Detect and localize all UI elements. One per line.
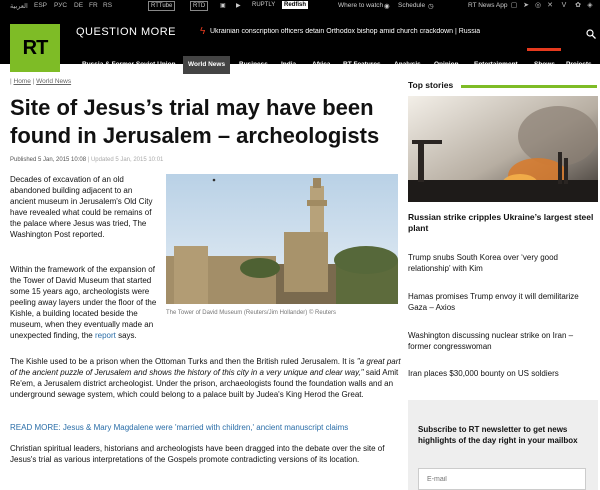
rt-logo[interactable]: RT (10, 24, 60, 72)
nav-russia[interactable]: Russia & Former Soviet Union (82, 56, 176, 74)
breadcrumb-home[interactable]: Home (14, 78, 31, 85)
tv-icon[interactable]: ▣ (220, 2, 226, 9)
nav-entertainment[interactable]: Entertainment (474, 56, 518, 74)
newsletter-title: Subscribe to RT newsletter to get news h… (418, 425, 578, 445)
breadcrumb-world-news[interactable]: World News (36, 78, 71, 85)
schedule-link[interactable]: Schedule (398, 2, 425, 9)
vk-icon[interactable]: V (560, 2, 568, 10)
breadcrumb: | Home | World News (10, 78, 71, 85)
lang-ar[interactable]: العربية (10, 2, 28, 10)
top-stories-divider (461, 85, 597, 88)
rtd-link[interactable]: RTD (190, 1, 209, 11)
top-story-4[interactable]: Washington discussing nuclear strike on … (408, 330, 596, 352)
article-title: Site of Jesus’s trial may have been foun… (10, 95, 380, 148)
top-story-photo[interactable] (408, 96, 598, 202)
nav-rt-features[interactable]: RT Features (343, 56, 381, 74)
x-icon[interactable]: ✕ (546, 2, 554, 10)
top-story-3[interactable]: Hamas promises Trump envoy it will demil… (408, 291, 596, 313)
nav-world-news[interactable]: World News (183, 56, 231, 74)
article-paragraph-1: Decades of excavation of an old abandone… (10, 175, 153, 239)
article-paragraph-4: Christian spiritual leaders, historians … (10, 444, 385, 464)
nav-analysis[interactable]: Analysis (394, 56, 421, 74)
article-photo[interactable] (166, 174, 398, 304)
live-indicator-bar (527, 48, 561, 51)
odnoklassniki-icon[interactable]: ✿ (574, 2, 582, 10)
top-stories-heading: Top stories (408, 80, 454, 90)
lang-de[interactable]: DE (74, 2, 83, 9)
email-field[interactable] (418, 468, 586, 490)
paragraph-3-start: The Kishle used to be a prison when the … (10, 357, 357, 366)
news-app-link[interactable]: RT News App (468, 2, 508, 9)
read-more-link[interactable]: READ MORE: Jesus & Mary Magdalene were '… (10, 423, 348, 432)
tower-of-david-image (166, 174, 398, 304)
updated-date: Updated 5 Jan, 2015 10:01 (90, 157, 164, 163)
article-paragraph-2: Within the framework of the expansion of… (10, 264, 160, 341)
newsletter-box: Subscribe to RT newsletter to get news h… (408, 400, 598, 490)
paragraph-2-text: Within the framework of the expansion of… (10, 265, 157, 340)
top-story-2[interactable]: Trump snubs South Korea over ‘very good … (408, 252, 596, 274)
rttube-link[interactable]: RTTube (148, 1, 176, 11)
top-story-1[interactable]: Russian strike cripples Ukraine’s larges… (408, 212, 596, 234)
top-story-5[interactable]: Iran places $30,000 bounty on US soldier… (408, 368, 596, 379)
lang-rs[interactable]: RS (103, 2, 112, 9)
rss-icon[interactable]: ◎ (534, 2, 542, 10)
app-icon[interactable]: ▢ (510, 2, 518, 10)
top-utility-bar: العربية ESP РУС DE FR RS RTTube RTD ▣ ▶ … (0, 0, 600, 12)
article-paragraph-3: The Kishle used to be a prison when the … (10, 356, 402, 400)
lang-fr[interactable]: FR (89, 2, 98, 9)
search-icon[interactable] (586, 29, 596, 39)
tagline: QUESTION MORE (76, 26, 177, 38)
nav-opinion[interactable]: Opinion (434, 56, 459, 74)
nav-africa[interactable]: Africa (312, 56, 330, 74)
site-header: RT QUESTION MORE ϟ Ukrainian conscriptio… (0, 12, 600, 74)
article-dates: Published 5 Jan, 2015 10:08 | Updated 5 … (10, 157, 163, 163)
steel-plant-image (408, 96, 598, 202)
paragraph-2-end: says. (115, 331, 137, 340)
lang-rus[interactable]: РУС (54, 2, 67, 9)
play-circle-icon[interactable]: ◉ (384, 2, 390, 10)
nav-business[interactable]: Business (239, 56, 268, 74)
nav-shows[interactable]: Shows (534, 56, 555, 74)
where-to-watch-link[interactable]: Where to watch (338, 2, 383, 9)
lang-esp[interactable]: ESP (34, 2, 47, 9)
redfish-link[interactable]: Redfish (282, 1, 309, 9)
nav-india[interactable]: India (281, 56, 296, 74)
nav-projects[interactable]: Projects (566, 56, 592, 74)
photo-caption: The Tower of David Museum (Reuters/Jim H… (166, 310, 337, 316)
read-more-paragraph: READ MORE: Jesus & Mary Magdalene were '… (10, 422, 402, 433)
messenger-icon[interactable]: ◈ (586, 2, 594, 10)
lightning-icon: ϟ (200, 26, 206, 37)
news-ticker[interactable]: Ukrainian conscription officers detain O… (210, 28, 480, 35)
report-link[interactable]: report (95, 331, 116, 340)
telegram-icon[interactable]: ➤ (522, 2, 530, 10)
play-box-icon[interactable]: ▶ (236, 2, 241, 9)
published-date: Published 5 Jan, 2015 10:08 (10, 157, 87, 163)
ruptly-link[interactable]: RUPTLY (252, 2, 275, 8)
clock-icon[interactable]: ◷ (428, 2, 434, 10)
